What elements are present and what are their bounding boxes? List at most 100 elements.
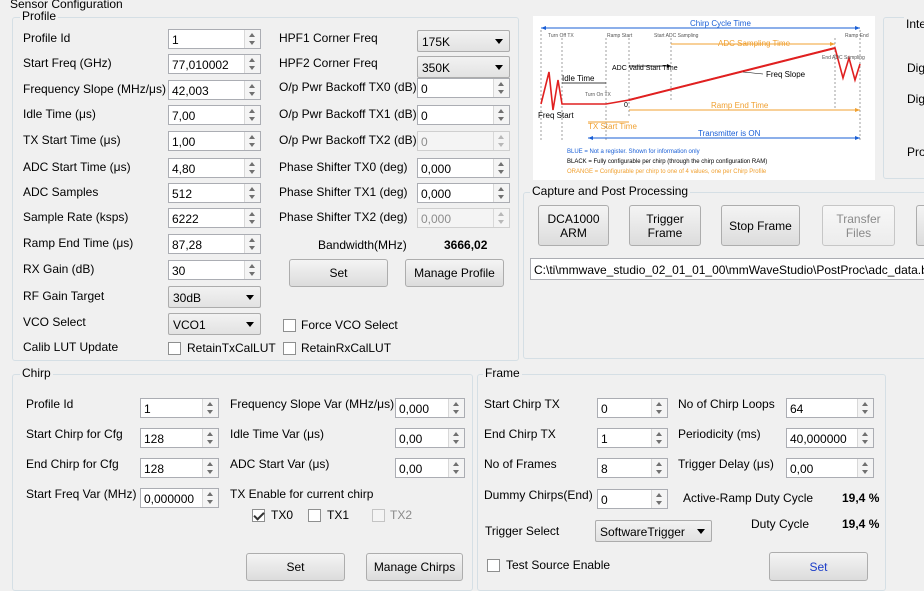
- retain-tx-cal-checkbox[interactable]: [168, 342, 181, 355]
- frame-field-input[interactable]: 8: [597, 458, 668, 478]
- chevron-down-icon[interactable]: [249, 41, 255, 45]
- spinner-arrows-icon[interactable]: [244, 132, 260, 150]
- chevron-up-icon[interactable]: [498, 212, 504, 216]
- spinner-arrows-icon[interactable]: [244, 106, 260, 124]
- chevron-up-icon[interactable]: [249, 187, 255, 191]
- chevron-down-icon[interactable]: [207, 440, 213, 444]
- profile-field-input[interactable]: 77,010002: [168, 54, 261, 74]
- chevron-down-icon[interactable]: [862, 470, 868, 474]
- chevron-down-icon[interactable]: [249, 272, 255, 276]
- spinner-arrows-icon[interactable]: [651, 399, 667, 417]
- chirp-set-button[interactable]: Set: [246, 553, 345, 581]
- profile-field-input[interactable]: 512: [168, 183, 261, 203]
- force-vco-checkbox[interactable]: [283, 319, 296, 332]
- spinner-arrows-icon[interactable]: [202, 429, 218, 447]
- spinner-arrows-icon[interactable]: [857, 429, 873, 447]
- chevron-down-icon[interactable]: [453, 440, 459, 444]
- chirp-var-field-input[interactable]: 0,00: [395, 428, 465, 448]
- chevron-down-icon[interactable]: [498, 143, 504, 147]
- chevron-up-icon[interactable]: [249, 264, 255, 268]
- profile-field-input[interactable]: 42,003: [168, 80, 261, 100]
- chevron-up-icon[interactable]: [498, 135, 504, 139]
- profile-right-field-input[interactable]: 0,000: [417, 208, 510, 228]
- chevron-down-icon[interactable]: [249, 246, 255, 250]
- chevron-up-icon[interactable]: [656, 493, 662, 497]
- chevron-up-icon[interactable]: [498, 82, 504, 86]
- chevron-down-icon[interactable]: [249, 66, 255, 70]
- chevron-down-icon[interactable]: [498, 170, 504, 174]
- trigger-frame-button[interactable]: Trigger Frame: [629, 205, 701, 246]
- chevron-down-icon[interactable]: [498, 117, 504, 121]
- spinner-arrows-icon[interactable]: [493, 209, 509, 227]
- chevron-up-icon[interactable]: [249, 135, 255, 139]
- chevron-down-icon[interactable]: [862, 410, 868, 414]
- spinner-arrows-icon[interactable]: [244, 81, 260, 99]
- spinner-arrows-icon[interactable]: [857, 459, 873, 477]
- chevron-down-icon[interactable]: [656, 440, 662, 444]
- profile-right-field-input[interactable]: 0,000: [417, 158, 510, 178]
- spinner-arrows-icon[interactable]: [493, 159, 509, 177]
- spinner-arrows-icon[interactable]: [202, 489, 218, 507]
- frame-field-input[interactable]: 0: [597, 398, 668, 418]
- chevron-up-icon[interactable]: [249, 58, 255, 62]
- tx2-checkbox[interactable]: [372, 509, 385, 522]
- trigger-select[interactable]: SoftwareTrigger: [595, 520, 712, 542]
- chevron-up-icon[interactable]: [249, 162, 255, 166]
- tx0-checkbox[interactable]: [252, 509, 265, 522]
- spinner-arrows-icon[interactable]: [244, 159, 260, 177]
- chirp-var-field-input[interactable]: 0,00: [395, 458, 465, 478]
- chevron-up-icon[interactable]: [207, 462, 213, 466]
- dca1000-arm-button[interactable]: DCA1000 ARM: [538, 205, 609, 246]
- chevron-up-icon[interactable]: [249, 212, 255, 216]
- chevron-down-icon[interactable]: [453, 470, 459, 474]
- spinner-arrows-icon[interactable]: [244, 55, 260, 73]
- profile-field-input[interactable]: 7,00: [168, 105, 261, 125]
- spinner-arrows-icon[interactable]: [857, 399, 873, 417]
- capture-more-button[interactable]: [916, 205, 924, 246]
- frame-set-button[interactable]: Set: [769, 552, 868, 581]
- profile-field-input[interactable]: 87,28: [168, 234, 261, 254]
- stop-frame-button[interactable]: Stop Frame: [721, 205, 800, 246]
- chevron-down-icon[interactable]: [656, 501, 662, 505]
- chevron-down-icon[interactable]: [249, 143, 255, 147]
- hpf1-select[interactable]: 175K: [417, 30, 510, 52]
- chevron-down-icon[interactable]: [453, 410, 459, 414]
- chevron-down-icon[interactable]: [498, 90, 504, 94]
- frame-field-input[interactable]: 0: [597, 489, 668, 509]
- chevron-down-icon[interactable]: [249, 220, 255, 224]
- spinner-arrows-icon[interactable]: [493, 184, 509, 202]
- profile-right-field-input[interactable]: 0: [417, 78, 510, 98]
- chevron-up-icon[interactable]: [498, 187, 504, 191]
- adc-data-path-field[interactable]: C:\ti\mmwave_studio_02_01_01_00\mmWaveSt…: [530, 258, 924, 280]
- chevron-down-icon[interactable]: [207, 470, 213, 474]
- chevron-down-icon[interactable]: [207, 410, 213, 414]
- chevron-up-icon[interactable]: [249, 84, 255, 88]
- profile-right-field-input[interactable]: 0: [417, 131, 510, 151]
- chevron-up-icon[interactable]: [656, 462, 662, 466]
- spinner-arrows-icon[interactable]: [493, 106, 509, 124]
- chevron-up-icon[interactable]: [207, 492, 213, 496]
- spinner-arrows-icon[interactable]: [651, 459, 667, 477]
- profile-right-field-input[interactable]: 0: [417, 105, 510, 125]
- transfer-files-button[interactable]: Transfer Files: [822, 205, 895, 246]
- spinner-arrows-icon[interactable]: [244, 235, 260, 253]
- chevron-down-icon[interactable]: [207, 500, 213, 504]
- chevron-up-icon[interactable]: [656, 402, 662, 406]
- spinner-arrows-icon[interactable]: [244, 261, 260, 279]
- spinner-arrows-icon[interactable]: [448, 429, 464, 447]
- chevron-down-icon[interactable]: [249, 117, 255, 121]
- spinner-arrows-icon[interactable]: [651, 429, 667, 447]
- spinner-arrows-icon[interactable]: [651, 490, 667, 508]
- profile-field-input[interactable]: 6222: [168, 208, 261, 228]
- spinner-arrows-icon[interactable]: [202, 399, 218, 417]
- chevron-down-icon[interactable]: [656, 410, 662, 414]
- chevron-up-icon[interactable]: [207, 402, 213, 406]
- profile-field-input[interactable]: 30: [168, 260, 261, 280]
- frame-field-input[interactable]: 1: [597, 428, 668, 448]
- chevron-up-icon[interactable]: [656, 432, 662, 436]
- manage-chirps-button[interactable]: Manage Chirps: [366, 553, 463, 581]
- profile-field-input[interactable]: 1: [168, 29, 261, 49]
- profile-field-input[interactable]: 1,00: [168, 131, 261, 151]
- spinner-arrows-icon[interactable]: [448, 459, 464, 477]
- spinner-arrows-icon[interactable]: [244, 30, 260, 48]
